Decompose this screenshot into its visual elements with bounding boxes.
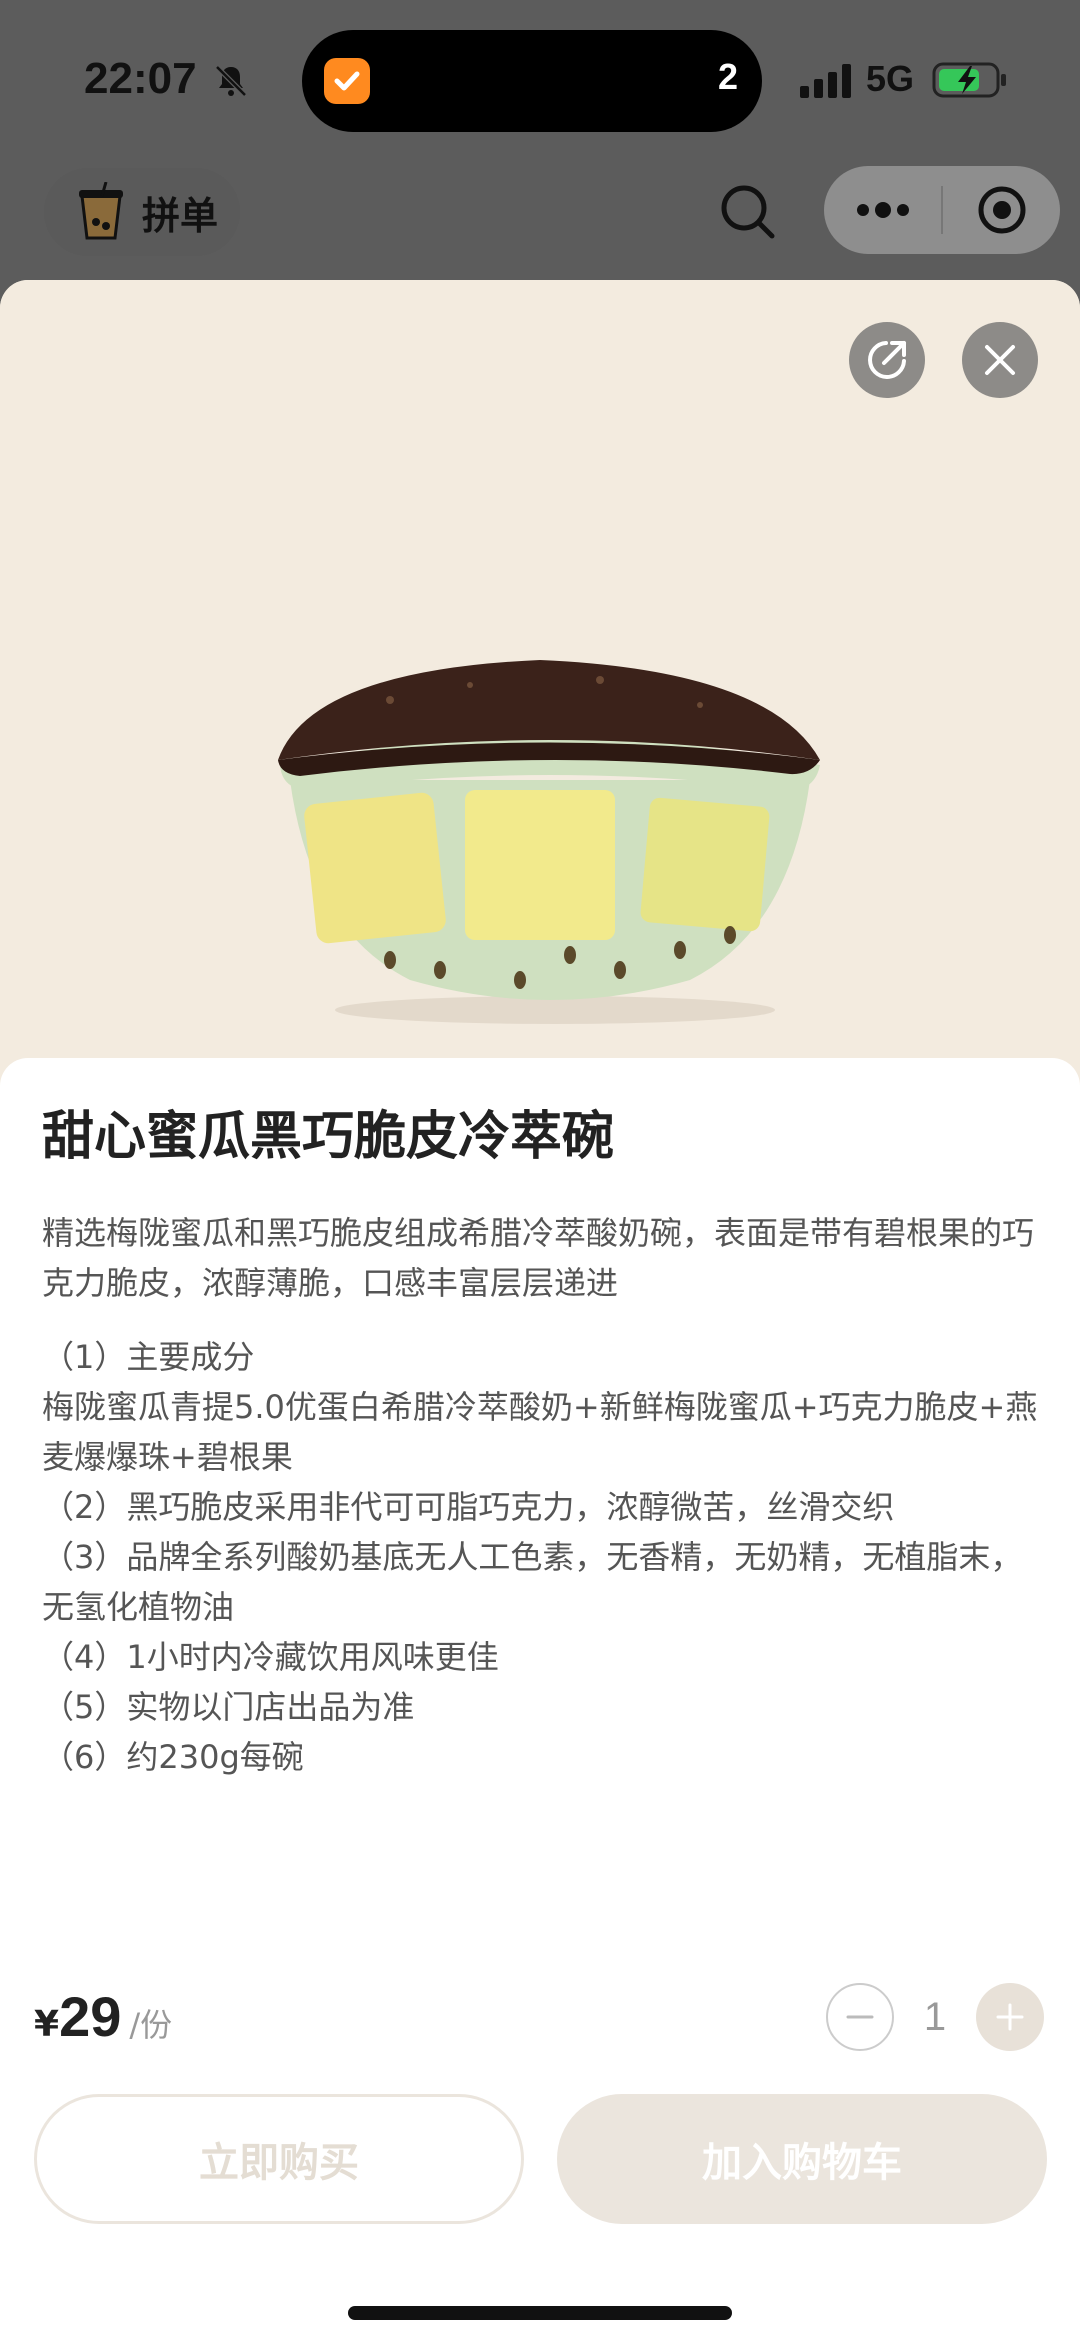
detail-line: （3）品牌全系列酸奶基底无人工色素，无香精，无奶精，无植脂末，无氢化植物油 <box>42 1538 1023 1626</box>
cup-icon <box>79 182 123 240</box>
price-unit: /份 <box>129 2006 173 2044</box>
add-to-cart-button[interactable]: 加入购物车 <box>557 2094 1047 2224</box>
plus-icon <box>996 2003 1024 2031</box>
status-bar: 22:07 2 5G <box>0 0 1080 160</box>
island-count: 2 <box>717 56 738 97</box>
share-icon <box>868 341 906 379</box>
more-icon[interactable] <box>824 166 941 254</box>
mini-program-capsule <box>824 166 1060 254</box>
group-order-label: 拼单 <box>142 193 219 238</box>
price-value: 29 <box>59 1985 122 2048</box>
product-description: 精选梅陇蜜瓜和黑巧脆皮组成希腊冷萃酸奶碗，表面是带有碧根果的巧克力脆皮，浓醇薄脆… <box>42 1214 1035 1302</box>
check-app-icon <box>324 58 370 104</box>
detail-line: （6）约230g每碗 <box>42 1738 304 1776</box>
bell-slash-icon <box>215 65 247 97</box>
product-details: （1）主要成分 梅陇蜜瓜青提5.0优蛋白希腊冷萃酸奶+新鲜梅陇蜜瓜+巧克力脆皮+… <box>42 1332 1042 1782</box>
decrease-quantity-button[interactable] <box>826 1983 894 2051</box>
quantity-stepper: 1 <box>826 1982 1044 2052</box>
quantity-value: 1 <box>923 1994 947 2039</box>
detail-line: （1）主要成分 <box>42 1338 255 1376</box>
dynamic-island[interactable]: 2 <box>302 30 762 132</box>
price: ¥ 29 /份 <box>34 1984 172 2049</box>
status-time: 22:07 <box>84 54 197 103</box>
battery-charging-icon <box>932 62 1006 98</box>
product-title: 甜心蜜瓜黑巧脆皮冷萃碗 <box>42 1107 615 1167</box>
detail-line: （2）黑巧脆皮采用非代可可脂巧克力，浓醇微苦，丝滑交织 <box>42 1488 895 1526</box>
group-order-button[interactable]: 拼单 <box>44 168 240 256</box>
close-mini-program-icon[interactable] <box>943 166 1060 254</box>
increase-quantity-button[interactable] <box>976 1983 1044 2051</box>
product-image <box>278 660 820 1024</box>
detail-line: （5）实物以门店出品为准 <box>42 1688 415 1726</box>
home-indicator[interactable] <box>348 2306 732 2320</box>
buy-now-button[interactable]: 立即购买 <box>34 2094 524 2224</box>
minus-icon <box>846 2015 874 2019</box>
mini-program-nav: 拼单 <box>0 160 1080 280</box>
close-button[interactable] <box>962 322 1038 398</box>
currency-symbol: ¥ <box>34 2004 60 2045</box>
purchase-footer: ¥ 29 /份 1 立即购买 加入购物车 <box>0 1950 1080 2341</box>
signal-icon <box>800 64 851 98</box>
search-icon[interactable] <box>712 176 784 248</box>
share-button[interactable] <box>849 322 925 398</box>
product-hero <box>0 280 1080 1070</box>
close-icon <box>985 345 1015 375</box>
detail-line: 梅陇蜜瓜青提5.0优蛋白希腊冷萃酸奶+新鲜梅陇蜜瓜+巧克力脆皮+燕麦爆爆珠+碧根… <box>42 1388 1038 1476</box>
detail-line: （4）1小时内冷藏饮用风味更佳 <box>42 1638 499 1676</box>
network-label: 5G <box>866 58 915 99</box>
